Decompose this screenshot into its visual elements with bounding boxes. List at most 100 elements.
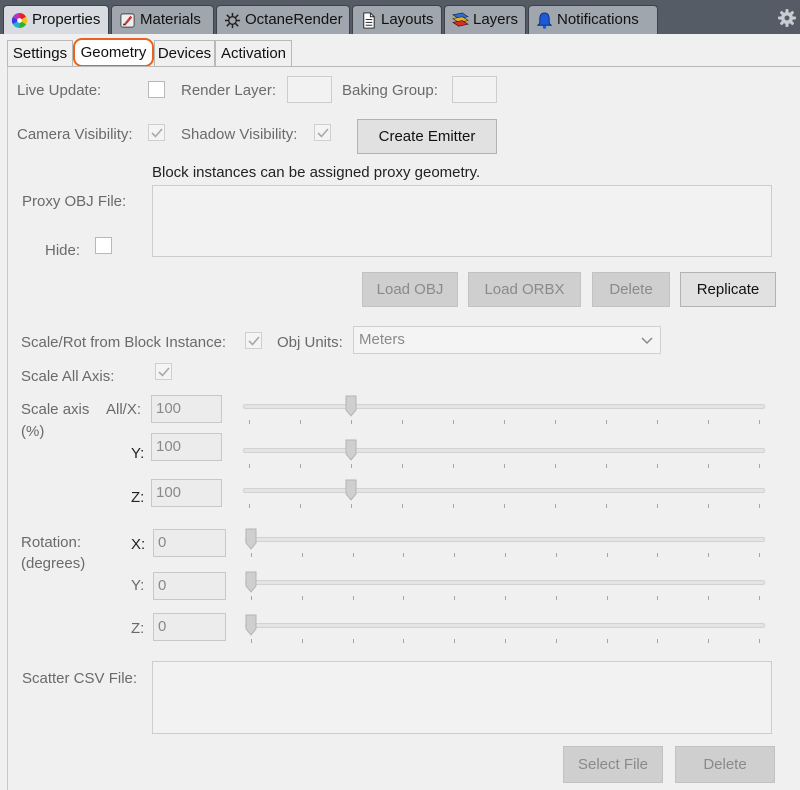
tab-notifications-label: Notifications — [557, 11, 639, 28]
document-icon — [363, 12, 375, 29]
slider-tick — [300, 504, 301, 508]
checkmark-icon — [248, 336, 260, 346]
select-file-button[interactable]: Select File — [563, 746, 663, 783]
slider-tick — [708, 596, 710, 600]
scale-all-axis-checkbox[interactable] — [155, 363, 172, 380]
tab-properties[interactable]: Properties — [3, 5, 109, 34]
slider-thumb[interactable] — [245, 571, 257, 593]
slider-tick — [708, 639, 710, 643]
slider-tick — [251, 596, 252, 600]
rotation-z-label: Z: — [131, 620, 145, 637]
scale-y-slider[interactable] — [243, 439, 765, 468]
slider-tick — [504, 464, 505, 468]
rotation-y-slider[interactable] — [245, 571, 765, 600]
rotation-x-slider[interactable] — [245, 528, 765, 557]
slider-thumb[interactable] — [345, 479, 357, 501]
slider-tick — [505, 596, 506, 600]
slider-track — [245, 537, 765, 542]
baking-group-field[interactable] — [452, 76, 497, 103]
scale-all-axis-label: Scale All Axis: — [21, 368, 115, 385]
proxy-obj-file-field[interactable] — [152, 185, 772, 257]
load-obj-button[interactable]: Load OBJ — [362, 272, 458, 307]
sub-tab-bar: Settings Geometry Devices Activation — [0, 34, 800, 67]
slider-tick — [403, 553, 405, 557]
slider-tick — [249, 420, 250, 424]
render-layer-field[interactable] — [287, 76, 332, 103]
scale-x-input[interactable]: 100 — [151, 395, 222, 423]
slider-track — [245, 623, 765, 628]
scale-rot-checkbox[interactable] — [245, 332, 262, 349]
slider-tick — [403, 639, 405, 643]
slider-tick — [606, 553, 608, 557]
slider-thumb[interactable] — [345, 439, 357, 461]
slider-tick — [657, 464, 658, 468]
tab-octanerender[interactable]: OctaneRender — [216, 5, 350, 34]
scatter-csv-file-field[interactable] — [152, 661, 772, 734]
chevron-down-icon — [641, 337, 653, 345]
rotation-label: Rotation: — [21, 534, 82, 551]
slider-thumb[interactable] — [245, 614, 257, 636]
obj-units-label: Obj Units: — [277, 334, 343, 351]
slider-tick — [402, 464, 403, 468]
slider-thumb[interactable] — [245, 528, 257, 550]
rotation-unit-label: (degrees) — [21, 555, 86, 572]
camera-visibility-checkbox[interactable] — [148, 124, 165, 141]
scatter-delete-button[interactable]: Delete — [675, 746, 775, 783]
tab-materials-label: Materials — [140, 11, 201, 28]
tab-layouts[interactable]: Layouts — [352, 5, 442, 34]
rotation-z-input[interactable]: 0 — [153, 613, 226, 641]
shadow-visibility-checkbox[interactable] — [314, 124, 331, 141]
slider-thumb[interactable] — [345, 395, 357, 417]
slider-tick — [657, 504, 658, 508]
slider-tick — [606, 639, 608, 643]
slider-tick — [351, 504, 352, 508]
obj-units-select[interactable]: Meters — [353, 326, 661, 354]
tab-settings[interactable]: Settings — [7, 40, 73, 67]
slider-tick — [352, 553, 354, 557]
slider-tick — [301, 596, 303, 600]
slider-tick — [505, 639, 506, 643]
tab-materials[interactable]: Materials — [111, 5, 214, 34]
tab-notifications[interactable]: Notifications — [528, 5, 658, 34]
color-wheel-icon — [11, 12, 28, 29]
octane-icon — [224, 12, 241, 29]
tab-activation[interactable]: Activation — [215, 40, 292, 67]
tab-geometry[interactable]: Geometry — [73, 38, 154, 67]
rotation-z-slider[interactable] — [245, 614, 765, 643]
live-update-checkbox[interactable] — [148, 81, 165, 98]
scale-axis-label: Scale axis — [21, 401, 90, 418]
slider-tick — [504, 504, 505, 508]
paint-brush-icon — [120, 13, 135, 28]
slider-tick — [657, 639, 659, 643]
slider-tick — [606, 464, 607, 468]
load-orbx-button[interactable]: Load ORBX — [468, 272, 581, 307]
proxy-hint: Block instances can be assigned proxy ge… — [152, 164, 481, 181]
rotation-x-input[interactable]: 0 — [153, 529, 226, 557]
slider-tick — [606, 504, 607, 508]
hide-checkbox[interactable] — [95, 237, 112, 254]
bell-icon — [536, 12, 553, 29]
tab-layers[interactable]: Layers — [444, 5, 526, 34]
create-emitter-button[interactable]: Create Emitter — [357, 119, 497, 154]
slider-tick — [504, 420, 505, 424]
scale-z-input[interactable]: 100 — [151, 479, 222, 507]
slider-tick — [657, 420, 658, 424]
gear-icon[interactable] — [778, 9, 796, 27]
rotation-y-input[interactable]: 0 — [153, 572, 226, 600]
slider-tick — [708, 553, 710, 557]
replicate-button[interactable]: Replicate — [680, 272, 776, 307]
tab-devices[interactable]: Devices — [154, 40, 215, 67]
slider-tick — [759, 553, 760, 557]
slider-tick — [657, 596, 659, 600]
scale-y-input[interactable]: 100 — [151, 433, 222, 461]
proxy-delete-button[interactable]: Delete — [592, 272, 670, 307]
slider-tick — [759, 464, 760, 468]
scale-z-slider[interactable] — [243, 479, 765, 508]
slider-tick — [555, 639, 557, 643]
tab-layers-label: Layers — [473, 11, 519, 28]
checkmark-icon — [317, 128, 329, 138]
slider-tick — [708, 420, 709, 424]
scale-x-slider[interactable] — [243, 395, 765, 424]
slider-tick — [300, 420, 301, 424]
layers-icon — [452, 12, 469, 27]
